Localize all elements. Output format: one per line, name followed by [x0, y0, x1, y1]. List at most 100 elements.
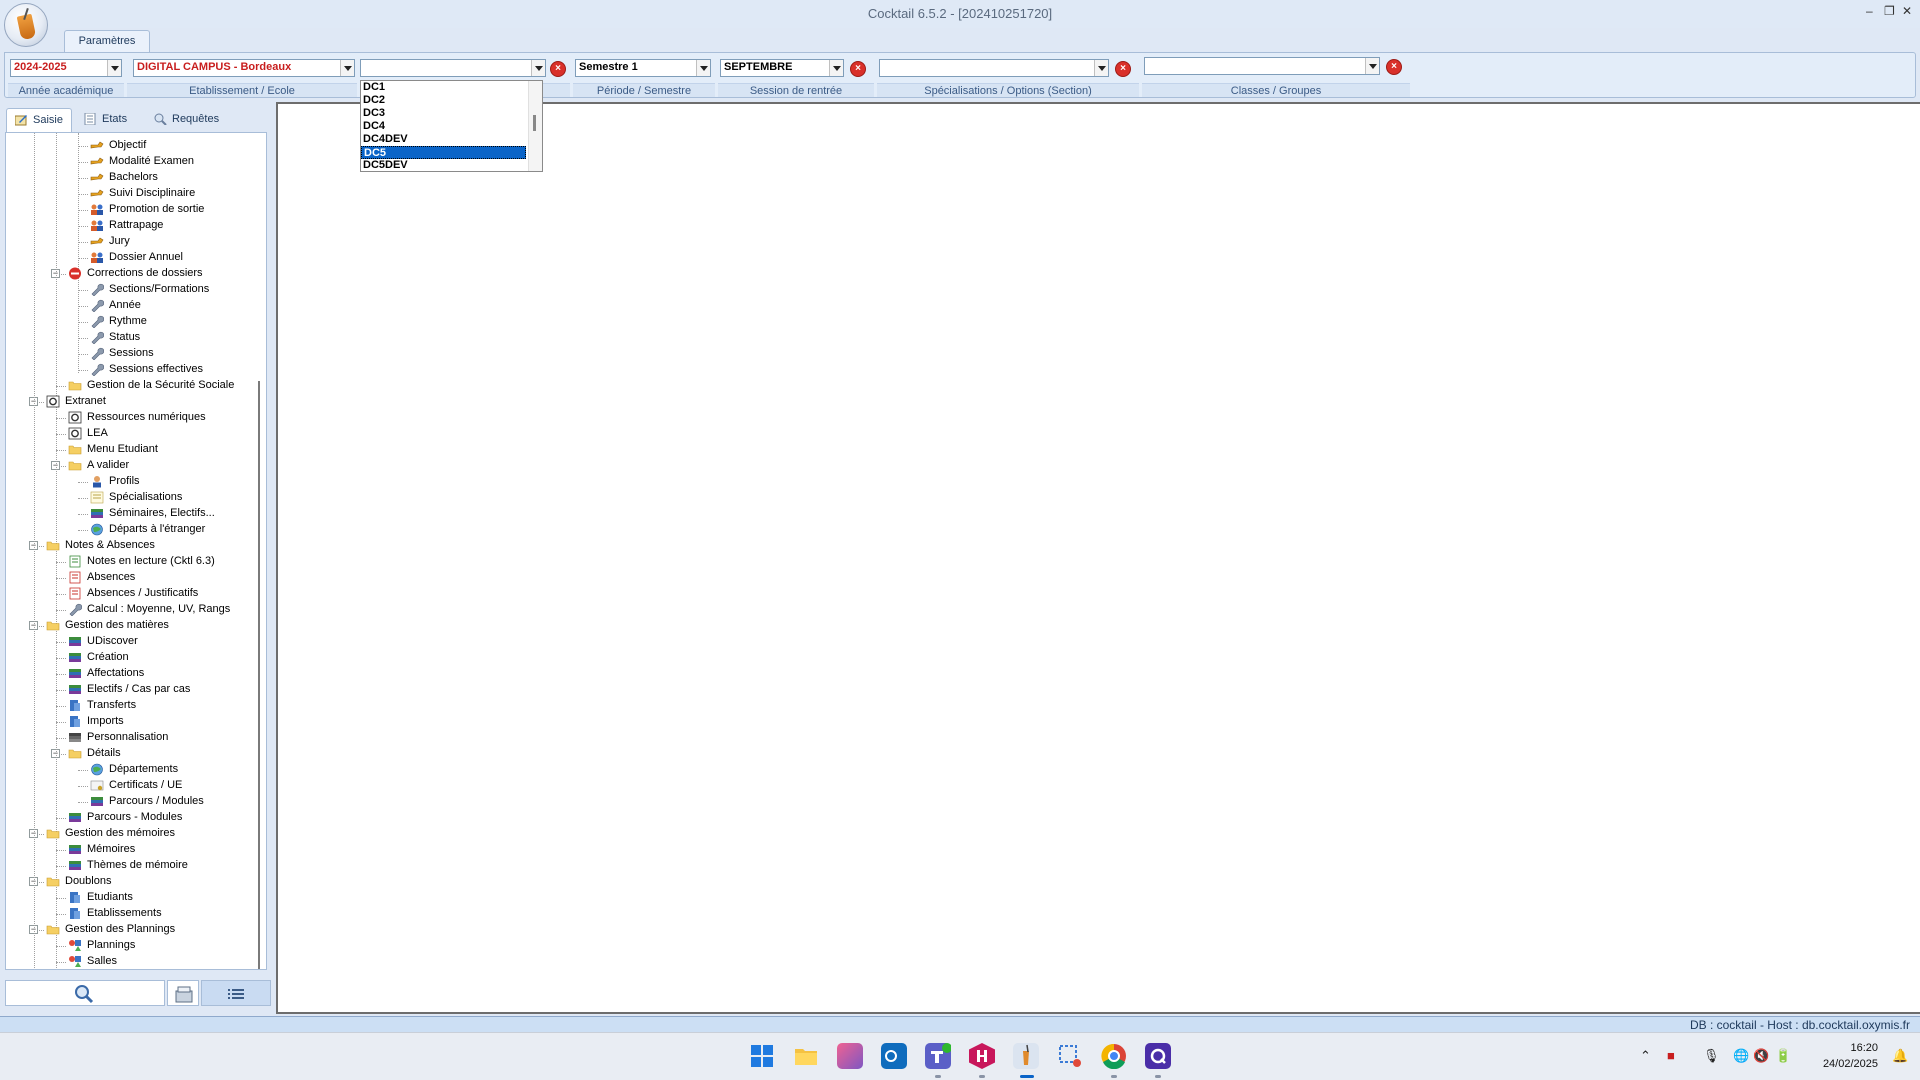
- tab-parametres[interactable]: Paramètres: [64, 30, 150, 52]
- shapes-icon: [68, 939, 82, 952]
- main-content-area[interactable]: [276, 102, 1920, 1014]
- tree-item-label: Absences: [87, 571, 136, 583]
- clear-specialisation-icon[interactable]: ×: [1115, 61, 1131, 77]
- chevron-down-icon[interactable]: [340, 60, 354, 76]
- tree-item-label: Création: [87, 651, 129, 663]
- key-icon: [90, 155, 104, 168]
- tab-saisie-label: Saisie: [33, 114, 63, 126]
- dropdown-option[interactable]: DC5DEV: [361, 159, 526, 172]
- classes-select[interactable]: [1144, 57, 1380, 75]
- cocktail-app-icon[interactable]: [1013, 1043, 1039, 1069]
- tree-connector: [78, 498, 88, 499]
- etablissement-value: DIGITAL CAMPUS - Bordeaux: [137, 61, 292, 73]
- chrome-running-indicator: [1111, 1075, 1117, 1078]
- tree-item-label: Bachelors: [109, 171, 158, 183]
- search-icon: [75, 985, 94, 1004]
- chevron-down-icon[interactable]: [107, 60, 121, 76]
- tree-connector: [78, 146, 88, 147]
- start-icon[interactable]: [749, 1043, 775, 1069]
- periode-value: Semestre 1: [579, 61, 638, 73]
- tree-item-label: Personnalisation: [87, 731, 169, 743]
- battery-icon[interactable]: 🔋: [1775, 1048, 1791, 1064]
- clear-section-icon[interactable]: ×: [550, 61, 566, 77]
- tree-scrollbar[interactable]: [258, 381, 260, 969]
- section-select[interactable]: [360, 59, 546, 77]
- windows-taskbar: ⌃ ■ 🎙 🌐 🔇 🔋 16:20 24/02/2025 🔔: [0, 1032, 1920, 1080]
- tab-saisie[interactable]: Saisie: [6, 108, 72, 132]
- app-tray-icon[interactable]: ■: [1667, 1048, 1675, 1063]
- hyperplanning-icon[interactable]: [969, 1043, 995, 1069]
- close-icon[interactable]: ✕: [1902, 4, 1912, 18]
- status-bar: DB : cocktail - Host : db.cocktail.oxymi…: [0, 1016, 1920, 1032]
- chrome-icon[interactable]: [1101, 1043, 1127, 1070]
- clock[interactable]: 16:20 24/02/2025: [1823, 1040, 1878, 1072]
- list-view-button[interactable]: [201, 980, 271, 1006]
- tree-item-label: Gestion des matières: [65, 619, 169, 631]
- session-select[interactable]: SEPTEMBRE: [720, 59, 844, 77]
- outlook-icon[interactable]: [881, 1043, 907, 1069]
- tree-connector: [78, 242, 88, 243]
- tree-connector: [56, 914, 66, 915]
- clear-session-icon[interactable]: ×: [850, 61, 866, 77]
- speaker-muted-icon[interactable]: 🔇: [1753, 1048, 1769, 1064]
- chevron-down-icon[interactable]: [1094, 60, 1108, 76]
- tree-connector: [56, 866, 66, 867]
- tree-connector: [56, 594, 66, 595]
- dropdown-option[interactable]: DC3: [361, 107, 526, 120]
- book-icon: [68, 859, 82, 872]
- folder-icon: [68, 379, 82, 392]
- tree-connector: [78, 258, 88, 259]
- qlik-icon[interactable]: [1145, 1043, 1171, 1069]
- archive-button[interactable]: [167, 980, 199, 1006]
- chevron-down-icon[interactable]: [829, 60, 843, 76]
- tree-item-label: Année: [109, 299, 141, 311]
- tree-connector: [56, 562, 66, 563]
- tab-etats[interactable]: Etats: [76, 108, 135, 132]
- app-logo-icon[interactable]: [4, 3, 48, 47]
- language-icon[interactable]: 🌐: [1733, 1048, 1749, 1064]
- copilot-icon[interactable]: [837, 1043, 863, 1069]
- chevron-down-icon[interactable]: [696, 60, 710, 76]
- globe-icon: [90, 763, 104, 776]
- chevron-up-icon[interactable]: ⌃: [1640, 1048, 1651, 1064]
- tree-connector: [56, 690, 66, 691]
- file-explorer-icon[interactable]: [793, 1043, 819, 1069]
- navigation-tree[interactable]: − − − − − − − − − Objectif Modalité Examen Bachelo…: [5, 132, 267, 970]
- tree-item-label: Calcul : Moyenne, UV, Rangs: [87, 603, 231, 615]
- snipping-tool-icon[interactable]: [1057, 1043, 1083, 1069]
- blue-icon: [68, 699, 82, 712]
- tree-item-label: Corrections de dossiers: [87, 267, 203, 279]
- tree-connector: [56, 706, 66, 707]
- search-button[interactable]: [5, 980, 165, 1006]
- dropdown-option[interactable]: DC4: [361, 120, 526, 133]
- notification-bell-icon[interactable]: 🔔: [1892, 1048, 1908, 1064]
- teams-icon[interactable]: [925, 1043, 952, 1069]
- tree-connector: [78, 210, 88, 211]
- restore-icon[interactable]: ❐: [1884, 4, 1895, 18]
- tab-requetes[interactable]: Requêtes: [146, 108, 227, 132]
- left-panel-toolbar: [5, 980, 271, 1006]
- section-dropdown-list[interactable]: DC1 DC2 DC3 DC4 DC4DEV DC5 DC5DEV: [360, 80, 543, 172]
- periode-select[interactable]: Semestre 1: [575, 59, 711, 77]
- redsheet-icon: [68, 571, 82, 584]
- clear-classes-icon[interactable]: ×: [1386, 59, 1402, 75]
- etablissement-select[interactable]: DIGITAL CAMPUS - Bordeaux: [133, 59, 355, 77]
- wrench-icon: [90, 331, 105, 345]
- tree-item-label: Sessions: [109, 347, 154, 359]
- microphone-icon[interactable]: 🎙: [1703, 1048, 1720, 1064]
- tree-item-label: Jury: [109, 235, 130, 247]
- tree-item-label: Promotion de sortie: [109, 203, 205, 215]
- dropdown-option[interactable]: DC5: [361, 146, 526, 159]
- minimize-icon[interactable]: –: [1866, 4, 1873, 18]
- annee-select[interactable]: 2024-2025: [10, 59, 122, 77]
- dropdown-scrollbar[interactable]: [528, 81, 542, 171]
- dropdown-option[interactable]: DC2: [361, 94, 526, 107]
- dropdown-option[interactable]: DC4DEV: [361, 133, 526, 146]
- tree-item-label: Ressources numériques: [87, 411, 206, 423]
- chevron-down-icon[interactable]: [531, 60, 545, 76]
- tree-connector: [56, 962, 66, 963]
- chevron-down-icon[interactable]: [1365, 58, 1379, 74]
- tree-item-label: Etablissements: [87, 907, 162, 919]
- specialisation-select[interactable]: [879, 59, 1109, 77]
- dropdown-option[interactable]: DC1: [361, 81, 526, 94]
